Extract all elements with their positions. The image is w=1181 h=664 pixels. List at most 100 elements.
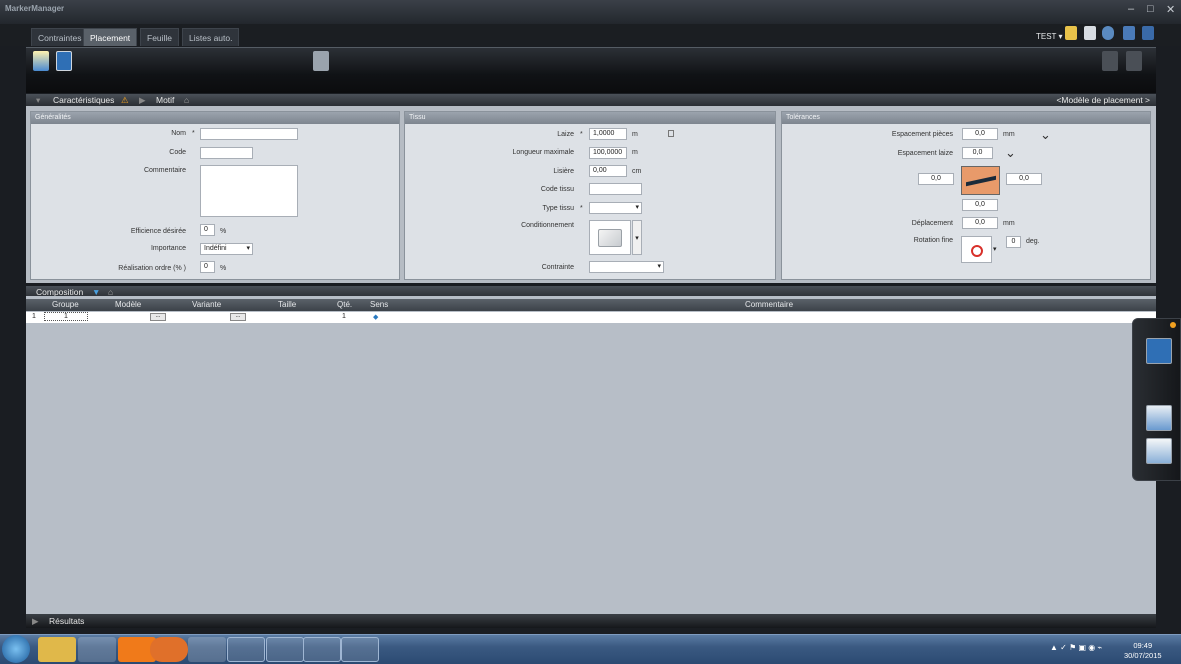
espacement-pieces-input[interactable]: 0,0 [962, 128, 998, 140]
dock-report-icon[interactable] [1146, 438, 1172, 464]
info-icon[interactable] [1102, 26, 1114, 40]
lock-icon[interactable] [668, 130, 674, 137]
contrainte-label: Contrainte [541, 264, 574, 271]
lisiere-input[interactable]: 0,00 [589, 165, 627, 177]
variante-ellipsis-button[interactable]: ... [230, 313, 246, 321]
rotation-picker[interactable] [961, 236, 992, 263]
qte-cell[interactable]: 1 [342, 313, 346, 320]
modele-placement-link[interactable]: <Modèle de placement > [1056, 95, 1150, 105]
longueur-unit: m [632, 149, 638, 156]
clock-time: 09:49 [1133, 641, 1153, 650]
deplacement-input[interactable]: 0,0 [962, 217, 998, 229]
espacement-pieces-label: Espacement pièces [891, 131, 953, 138]
laize-input[interactable]: 1,0000 [589, 128, 627, 140]
taskbar-app4-icon[interactable] [303, 637, 341, 662]
deplacement-unit: mm [1003, 220, 1015, 227]
code-input[interactable] [200, 147, 253, 159]
contrainte-select[interactable]: ▾ [589, 261, 664, 273]
nom-input[interactable] [200, 128, 298, 140]
clipboard-check-icon[interactable] [313, 51, 329, 71]
groupe-cell[interactable]: 1 [44, 312, 88, 321]
help-icon[interactable] [1142, 26, 1154, 40]
efficience-input[interactable]: 0 [200, 224, 215, 236]
conditionnement-dropdown[interactable]: ▾ [632, 220, 642, 255]
rotation-dropdown[interactable]: ▾ [993, 236, 1001, 263]
realisation-unit: % [220, 265, 227, 272]
importance-select[interactable]: Indéfini ▾ [200, 243, 253, 255]
warning-icon: ⚠ [121, 95, 129, 105]
minimize-icon[interactable]: – [1128, 3, 1134, 15]
eraser-icon[interactable]: ⌂ [184, 95, 189, 105]
document-icon[interactable] [1084, 26, 1096, 40]
importance-label: Importance [150, 245, 186, 252]
col-commentaire[interactable]: Commentaire [745, 300, 793, 309]
conditionnement-picker[interactable] [589, 220, 631, 255]
taskbar-explorer-icon[interactable] [38, 637, 76, 662]
user-menu[interactable]: TEST ▾ [1036, 32, 1063, 41]
code-tissu-input[interactable] [589, 183, 642, 195]
refresh-icon[interactable] [1102, 51, 1118, 71]
no-rotation-icon [971, 245, 983, 257]
section-caracteristiques: ▾ Caractéristiques ⚠ ▶ Motif ⌂ <Modèle d… [26, 94, 1156, 106]
table-row[interactable]: 1 1 ... ... 1 ◆ [26, 312, 1156, 323]
dock-marker-icon[interactable] [1146, 338, 1172, 364]
title-bar [0, 0, 1181, 24]
sens-icon[interactable]: ◆ [373, 313, 378, 321]
tolerance-shape-icon [961, 166, 1000, 195]
section-motif-label[interactable]: Motif [156, 95, 174, 105]
lisiere-unit: cm [632, 168, 642, 175]
maximize-icon[interactable]: □ [1147, 3, 1154, 15]
col-modele[interactable]: Modèle [115, 300, 141, 309]
type-tissu-select[interactable]: ▾ [589, 202, 642, 214]
col-qte[interactable]: Qté. [337, 300, 352, 309]
chevron-down-icon: ▾ [246, 245, 250, 252]
longueur-input[interactable]: 100,0000 [589, 147, 627, 159]
open-marker-icon[interactable] [56, 51, 72, 71]
composition-grid-header: Groupe Modèle Variante Taille Qté. Sens … [26, 299, 1156, 311]
col-groupe[interactable]: Groupe [52, 300, 79, 309]
folder-icon[interactable] [1065, 26, 1077, 40]
tolerance-bottom-input[interactable]: 0,0 [962, 199, 998, 211]
expand-icon[interactable]: ▶ [32, 616, 39, 627]
realisation-label: Réalisation ordre (% ) [118, 265, 186, 272]
new-marker-icon[interactable] [33, 51, 49, 71]
taskbar-firefox-icon[interactable] [150, 637, 188, 662]
tab-listes-auto[interactable]: Listes auto. [182, 28, 240, 46]
col-taille[interactable]: Taille [278, 300, 296, 309]
expand-chevron-icon[interactable]: ⌄ [1040, 127, 1051, 143]
expand-chevron-icon[interactable]: ⌄ [1005, 145, 1016, 161]
clock[interactable]: 09:49 30/07/2015 [1124, 641, 1162, 661]
collapse-icon[interactable]: ▾ [36, 95, 40, 106]
code-tissu-label: Code tissu [540, 186, 574, 193]
taskbar-app2-icon[interactable] [227, 637, 265, 662]
tolerance-left-input[interactable]: 0,0 [918, 173, 954, 185]
export-icon[interactable] [1126, 51, 1142, 71]
tab-feuille[interactable]: Feuille [140, 28, 180, 46]
tab-placement[interactable]: Placement [83, 28, 138, 46]
commentaire-label: Commentaire [143, 167, 186, 174]
start-button-icon[interactable] [2, 635, 30, 663]
dock-import-icon[interactable] [1146, 405, 1172, 431]
section-resultats-label[interactable]: Résultats [49, 616, 84, 626]
tolerance-right-input[interactable]: 0,0 [1006, 173, 1042, 185]
section-caracteristiques-label[interactable]: Caractéristiques [53, 95, 114, 105]
taskbar-paint-icon[interactable] [188, 637, 226, 662]
close-icon[interactable]: ✕ [1166, 3, 1175, 16]
taskbar-app3-icon[interactable] [266, 637, 304, 662]
taskbar-app-icon[interactable] [78, 637, 116, 662]
shape-stroke [966, 175, 996, 187]
espacement-laize-input[interactable]: 0,0 [962, 147, 993, 159]
tray-icons[interactable]: ▲ ✓ ⚑ ▣ ◉ ⌁ [1050, 643, 1102, 652]
book-icon[interactable] [1123, 26, 1135, 40]
realisation-input[interactable]: 0 [200, 261, 215, 273]
tab-contraintes[interactable]: Contraintes [31, 28, 89, 46]
col-sens[interactable]: Sens [370, 300, 388, 309]
modele-ellipsis-button[interactable]: ... [150, 313, 166, 321]
col-variante[interactable]: Variante [192, 300, 221, 309]
taskbar-app5-icon[interactable] [341, 637, 379, 662]
required-marker: * [580, 205, 583, 212]
nom-label: Nom [171, 130, 186, 137]
commentaire-textarea[interactable] [200, 165, 298, 217]
rotation-input[interactable]: 0 [1006, 236, 1021, 248]
chevron-down-icon: ▾ [635, 204, 639, 211]
